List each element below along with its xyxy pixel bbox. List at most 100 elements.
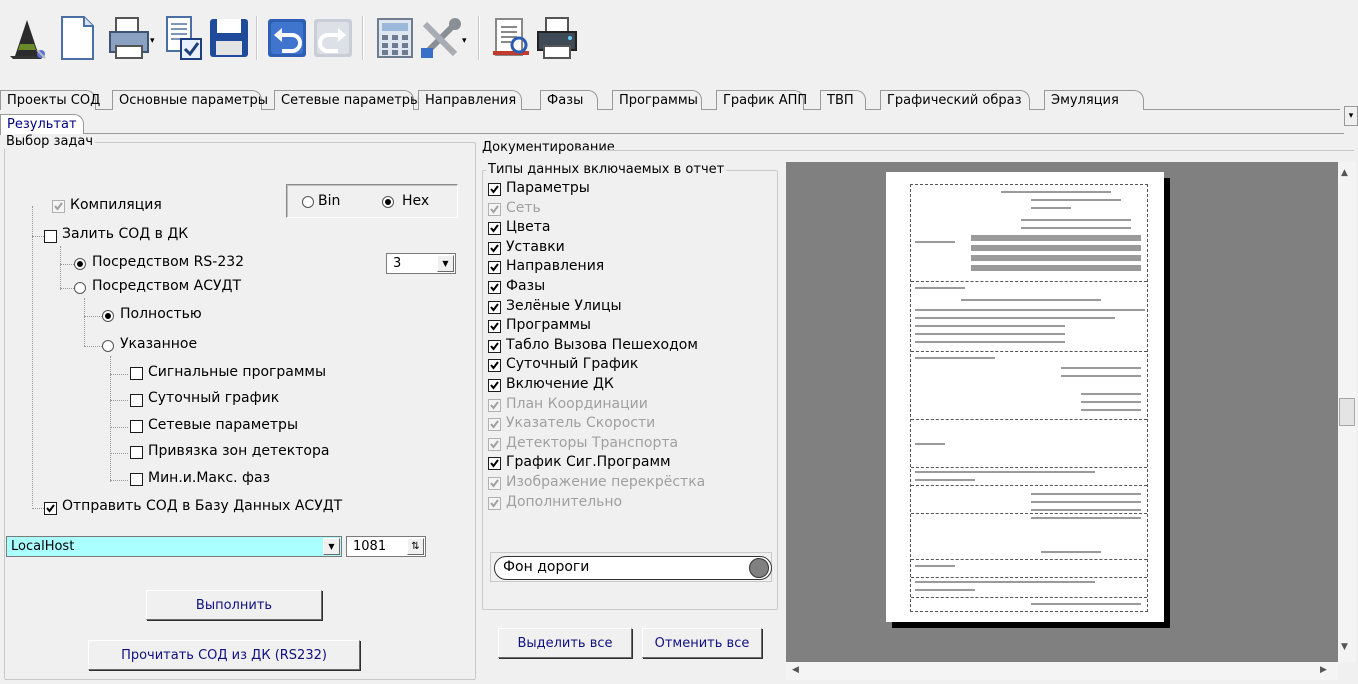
doc-type-label: Суточный График (506, 356, 639, 373)
doc-type-checkbox[interactable] (488, 477, 501, 490)
tab-scroll-button[interactable]: ▾ (1344, 106, 1358, 126)
doc-type-checkbox[interactable] (488, 241, 501, 255)
preview-hscrollbar[interactable]: ◀ ▶ (786, 662, 1338, 680)
specified-radio[interactable] (102, 340, 114, 352)
check-document-button[interactable] (160, 12, 206, 64)
undo-button[interactable] (264, 12, 310, 64)
scroll-right-icon[interactable]: ▶ (1320, 665, 1327, 675)
chevron-down-icon: ▼ (328, 542, 335, 551)
printer-icon (537, 17, 577, 59)
tab-directions[interactable]: Направления (418, 90, 522, 110)
spinner-button[interactable]: ⇅ (407, 538, 424, 555)
printer-button[interactable] (534, 12, 580, 64)
tab-app-schedule[interactable]: График АПП (716, 90, 807, 110)
host-dropdown-button[interactable]: ▼ (323, 538, 340, 555)
types-group-title: Типы данных включаемых в отчет (486, 162, 727, 177)
upload-checkbox[interactable] (44, 230, 57, 243)
doc-type-checkbox[interactable] (488, 457, 501, 471)
hex-radio[interactable] (382, 196, 394, 208)
doc-type-label: Табло Вызова Пешеходом (506, 336, 698, 353)
rs232-radio[interactable] (74, 258, 86, 270)
doc-type-checkbox[interactable] (488, 281, 501, 294)
report-preview (786, 162, 1338, 662)
tab-programs[interactable]: Программы (612, 90, 702, 110)
compile-checkbox[interactable] (52, 200, 65, 213)
tab-graphic-image[interactable]: Графический образ (880, 90, 1030, 110)
doc-type-checkbox[interactable] (488, 437, 501, 451)
calculator-button[interactable] (372, 12, 418, 64)
color-swatch[interactable] (749, 558, 769, 578)
preview-vscrollbar[interactable]: ▲ ▼ (1338, 162, 1356, 662)
asudt-radio[interactable] (74, 282, 86, 294)
rs232-label: Посредством RS-232 (92, 254, 245, 270)
doc-type-checkbox[interactable] (488, 398, 501, 412)
port-dropdown-button[interactable]: ▼ (437, 255, 454, 272)
tab-result[interactable]: Результат (0, 114, 84, 135)
doc-type-label: Изображение перекрёстка (506, 474, 706, 490)
select-all-button[interactable]: Выделить все (498, 628, 632, 658)
wizard-button[interactable] (4, 12, 50, 64)
port-number-value: 1081 (353, 539, 387, 554)
full-radio[interactable] (102, 310, 114, 322)
print-dropdown[interactable]: ▾ (150, 36, 155, 46)
network-params-checkbox[interactable] (130, 420, 143, 433)
doc-type-label: Фазы (506, 278, 546, 294)
redo-button[interactable] (310, 12, 356, 64)
tab-emulation[interactable]: Эмуляция (1044, 90, 1144, 110)
doc-type-checkbox[interactable] (488, 379, 501, 392)
doc-type-checkbox[interactable] (488, 496, 501, 510)
scroll-left-icon[interactable]: ◀ (792, 665, 799, 675)
bin-label: Bin (318, 193, 341, 209)
port-select[interactable]: 3 ▼ (386, 253, 456, 274)
tab-projects[interactable]: Проекты СОД (0, 90, 100, 110)
doc-type-label: Включение ДК (506, 376, 614, 392)
save-icon (210, 19, 248, 57)
doc-type-checkbox[interactable] (488, 202, 501, 216)
tab-network-params[interactable]: Сетевые параметры (274, 90, 420, 110)
port-number-spinner[interactable]: 1081 ⇅ (346, 536, 426, 557)
doc-type-checkbox[interactable] (488, 222, 501, 236)
tab-phases[interactable]: Фазы (540, 90, 598, 110)
tab-main-params[interactable]: Основные параметры (112, 90, 268, 110)
execute-button[interactable]: Выполнить (146, 590, 322, 620)
specified-label: Указанное (120, 336, 198, 352)
send-db-checkbox[interactable] (44, 502, 57, 515)
page-frame (910, 184, 1148, 612)
cancel-all-button[interactable]: Отменить все (642, 628, 762, 658)
doc-type-checkbox[interactable] (488, 183, 501, 196)
doc-type-checkbox[interactable] (488, 320, 501, 334)
save-button[interactable] (206, 12, 252, 64)
scroll-down-icon[interactable]: ▼ (1341, 642, 1348, 652)
asudt-label: Посредством АСУДТ (92, 278, 242, 294)
compile-label: Компиляция (70, 197, 162, 213)
spinner-arrows-icon: ⇅ (411, 541, 420, 552)
daily-schedule-checkbox[interactable] (130, 394, 143, 407)
tab-strip: Проекты СОД Основные параметры Сетевые п… (0, 90, 1340, 110)
scroll-up-icon[interactable]: ▲ (1341, 168, 1348, 178)
report-button[interactable] (488, 12, 534, 64)
detector-zones-checkbox[interactable] (130, 446, 143, 459)
doc-type-checkbox[interactable] (488, 418, 501, 432)
doc-type-label: Детекторы Транспорта (506, 434, 679, 451)
doc-type-label: График Сиг.Программ (506, 454, 671, 471)
tab-tvp[interactable]: ТВП (820, 90, 866, 110)
report-icon (493, 18, 529, 56)
tab-strip-2: Результат (0, 114, 1344, 135)
doc-type-checkbox[interactable] (488, 261, 501, 275)
new-document-button[interactable] (54, 12, 100, 64)
redo-icon (314, 19, 352, 57)
min-max-phases-checkbox[interactable] (130, 473, 143, 486)
tools-dropdown[interactable]: ▾ (462, 36, 467, 46)
vscroll-thumb[interactable] (1339, 398, 1355, 426)
tools-icon (421, 18, 461, 58)
read-rs232-button[interactable]: Прочитать СОД из ДК (RS232) (88, 640, 360, 670)
host-select[interactable]: LocalHost ▼ (6, 536, 342, 557)
tools-button[interactable] (418, 12, 464, 64)
doc-type-checkbox[interactable] (488, 359, 501, 373)
signal-programs-checkbox[interactable] (130, 367, 143, 380)
print-preview-button[interactable] (106, 12, 152, 64)
bin-radio[interactable] (302, 196, 314, 208)
doc-type-checkbox[interactable] (488, 300, 501, 314)
road-background-color-field[interactable]: Фон дороги (494, 556, 772, 580)
doc-type-checkbox[interactable] (488, 339, 501, 353)
